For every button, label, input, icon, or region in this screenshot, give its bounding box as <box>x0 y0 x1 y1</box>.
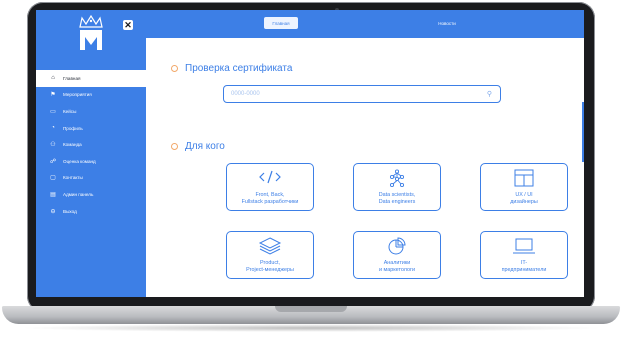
bullet-dot-icon <box>171 143 178 150</box>
sidebar-item-label: Профиль <box>63 125 83 131</box>
sidebar-item-label: Главная <box>63 75 81 81</box>
sidebar-item-home[interactable]: ⌂ Главная <box>36 70 146 87</box>
team-icon: ⚇ <box>50 142 56 149</box>
app-screen: ✕ ⌂ Главная ⚑ Мероприятия ▭ Кейсы ◔ Проф… <box>36 10 584 297</box>
sidebar-item-profile[interactable]: ◔ Профиль <box>36 120 146 137</box>
sidebar-nav: ⌂ Главная ⚑ Мероприятия ▭ Кейсы ◔ Профил… <box>36 70 146 219</box>
search-placeholder: 0000-0000 <box>231 91 260 97</box>
audience-section-title: Для кого <box>171 141 225 152</box>
logo-crown-m <box>79 15 103 50</box>
card-label: Front, Back, Fullstack разработчики <box>241 192 299 205</box>
sidebar-item-label: Оценка команд <box>63 158 96 164</box>
sidebar-item-team-rating[interactable]: ☍ Оценка команд <box>36 153 146 170</box>
certificate-search-input[interactable]: 0000-0000 ⚲ <box>223 85 501 103</box>
audience-card-developers[interactable]: Front, Back, Fullstack разработчики <box>226 163 314 211</box>
audience-card-design[interactable]: UX / UI дизайнеры <box>480 163 568 211</box>
close-sidebar-button[interactable]: ✕ <box>123 20 133 30</box>
card-label: IT- предприниматели <box>501 260 547 273</box>
home-icon: ⌂ <box>51 75 55 82</box>
layout-icon <box>514 169 534 187</box>
card-label: Аналитики и маркетологи <box>379 260 415 273</box>
logout-icon: ⊖ <box>50 208 56 215</box>
laptop-notch <box>275 306 347 312</box>
card-label: UX / UI дизайнеры <box>510 192 538 205</box>
card-label: Product, Project-менеджеры <box>246 260 294 273</box>
sidebar-item-label: Админ панель <box>63 191 94 197</box>
search-icon[interactable]: ⚲ <box>487 90 492 98</box>
tab-news[interactable]: Новости <box>430 17 464 29</box>
sidebar-item-label: Выход <box>63 208 77 214</box>
laptop-icon <box>513 238 535 254</box>
sidebar-item-label: Кейсы <box>63 108 77 114</box>
certificate-section-title: Проверка сертификата <box>171 63 292 74</box>
admin-icon: ▤ <box>50 191 56 198</box>
tab-home[interactable]: Главная <box>264 17 298 29</box>
laptop-shadow <box>18 324 604 332</box>
sidebar-item-label: Мероприятия <box>63 92 92 98</box>
sidebar-item-contacts[interactable]: ▢ Контакты <box>36 170 146 187</box>
flag-icon: ⚑ <box>50 92 56 99</box>
pie-chart-icon <box>388 237 406 255</box>
audience-card-data[interactable]: Data scientists, Data engineers <box>353 163 441 211</box>
sidebar-item-events[interactable]: ⚑ Мероприятия <box>36 87 146 104</box>
rating-icon: ☍ <box>49 158 57 165</box>
layers-icon <box>258 237 282 255</box>
audience-card-analysts[interactable]: Аналитики и маркетологи <box>353 231 441 279</box>
main-content: Проверка сертификата 0000-0000 ⚲ Для ког… <box>146 38 584 297</box>
sidebar-item-cases[interactable]: ▭ Кейсы <box>36 103 146 120</box>
sidebar-item-team[interactable]: ⚇ Команда <box>36 136 146 153</box>
sidebar-item-label: Команда <box>63 142 82 148</box>
scrollbar[interactable] <box>582 102 584 162</box>
briefcase-icon: ▭ <box>50 108 56 115</box>
audience-card-managers[interactable]: Product, Project-менеджеры <box>226 231 314 279</box>
audience-card-entrepreneurs[interactable]: IT- предприниматели <box>480 231 568 279</box>
contacts-icon: ▢ <box>50 175 56 182</box>
card-label: Data scientists, Data engineers <box>378 192 416 205</box>
laptop-mockup: ✕ ⌂ Главная ⚑ Мероприятия ▭ Кейсы ◔ Проф… <box>0 0 622 342</box>
code-icon <box>259 170 281 184</box>
sidebar-item-label: Контакты <box>63 175 83 181</box>
section-title-text: Проверка сертификата <box>185 63 293 74</box>
user-icon: ◔ <box>51 125 55 132</box>
sidebar-item-admin[interactable]: ▤ Админ панель <box>36 186 146 203</box>
section-title-text: Для кого <box>185 141 225 152</box>
bullet-dot-icon <box>171 65 178 72</box>
sidebar: ✕ ⌂ Главная ⚑ Мероприятия ▭ Кейсы ◔ Проф… <box>36 10 146 297</box>
sidebar-item-logout[interactable]: ⊖ Выход <box>36 203 146 220</box>
top-nav: Главная Новости <box>146 10 584 38</box>
network-icon <box>389 169 405 188</box>
